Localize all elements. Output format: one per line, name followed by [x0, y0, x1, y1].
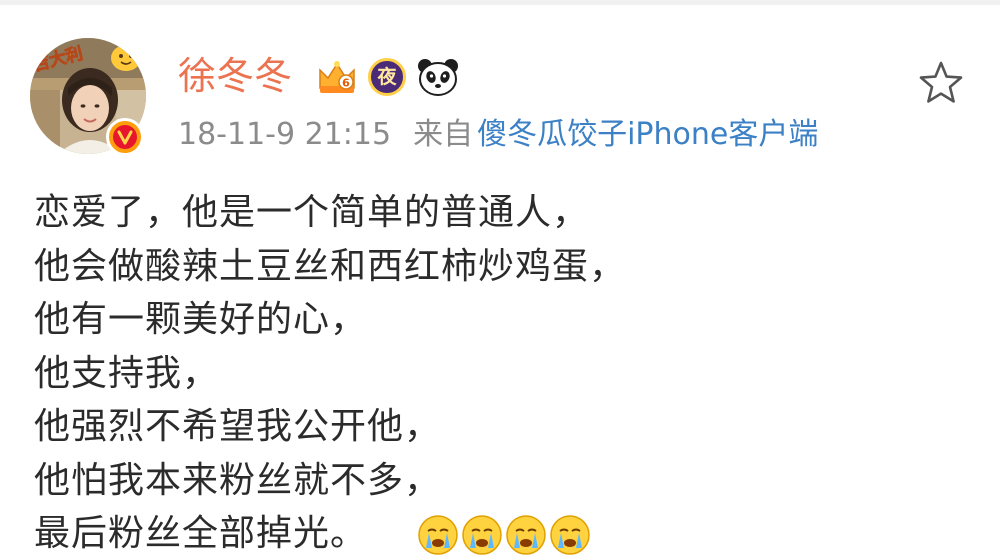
source-label: 来自 — [413, 117, 474, 152]
post-body-line: 他怕我本来粉丝就不多， — [34, 459, 442, 501]
post-body-last-line: 最后粉丝全部掉光。 — [34, 507, 974, 557]
post-body: 恋爱了，他是一个简单的普通人， 他会做酸辣土豆丝和西红柿炒鸡蛋， 他有一颗美好的… — [34, 186, 974, 557]
emoji-group — [417, 514, 593, 556]
post-body-line: 恋爱了，他是一个简单的普通人， — [34, 192, 590, 233]
post-body-line: 他支持我， — [34, 352, 220, 394]
post-meta: 18-11-9 21:15 来自 傻冬瓜饺子iPhone客户端 — [178, 112, 818, 158]
post-body-line: 他有一颗美好的心， — [34, 299, 368, 340]
top-divider — [0, 0, 1000, 5]
post-body-line: 他会做酸辣土豆丝和西红柿炒鸡蛋， — [34, 245, 627, 287]
night-badge-icon[interactable]: 夜 — [368, 58, 406, 96]
night-badge-label: 夜 — [377, 66, 397, 88]
source-client-link[interactable]: 傻冬瓜饺子iPhone客户端 — [477, 117, 818, 152]
crying-emoji-icon — [550, 515, 590, 555]
star-outline-icon[interactable] — [916, 58, 966, 108]
panda-icon[interactable] — [416, 57, 460, 97]
post-body-line: 他强烈不希望我公开他， — [34, 406, 442, 447]
crying-emoji-icon — [462, 515, 502, 555]
svg-text:6: 6 — [342, 77, 350, 90]
vip-crown-icon[interactable]: 6 — [316, 58, 358, 96]
verified-v-icon — [106, 118, 144, 156]
user-badges: 6 夜 — [316, 55, 470, 99]
post-body-line: 最后粉丝全部掉光。 — [34, 513, 368, 554]
weibo-post: 吉大利 徐冬冬 6 夜 18-11-9 21:15 来自 傻冬瓜饺子iPhone… — [0, 0, 1000, 557]
user-nickname[interactable]: 徐冬冬 — [178, 50, 292, 102]
crying-emoji-icon — [418, 515, 458, 555]
post-time: 18-11-9 21:15 — [178, 117, 392, 152]
avatar-container[interactable]: 吉大利 — [30, 38, 146, 156]
crying-emoji-icon — [506, 515, 546, 555]
